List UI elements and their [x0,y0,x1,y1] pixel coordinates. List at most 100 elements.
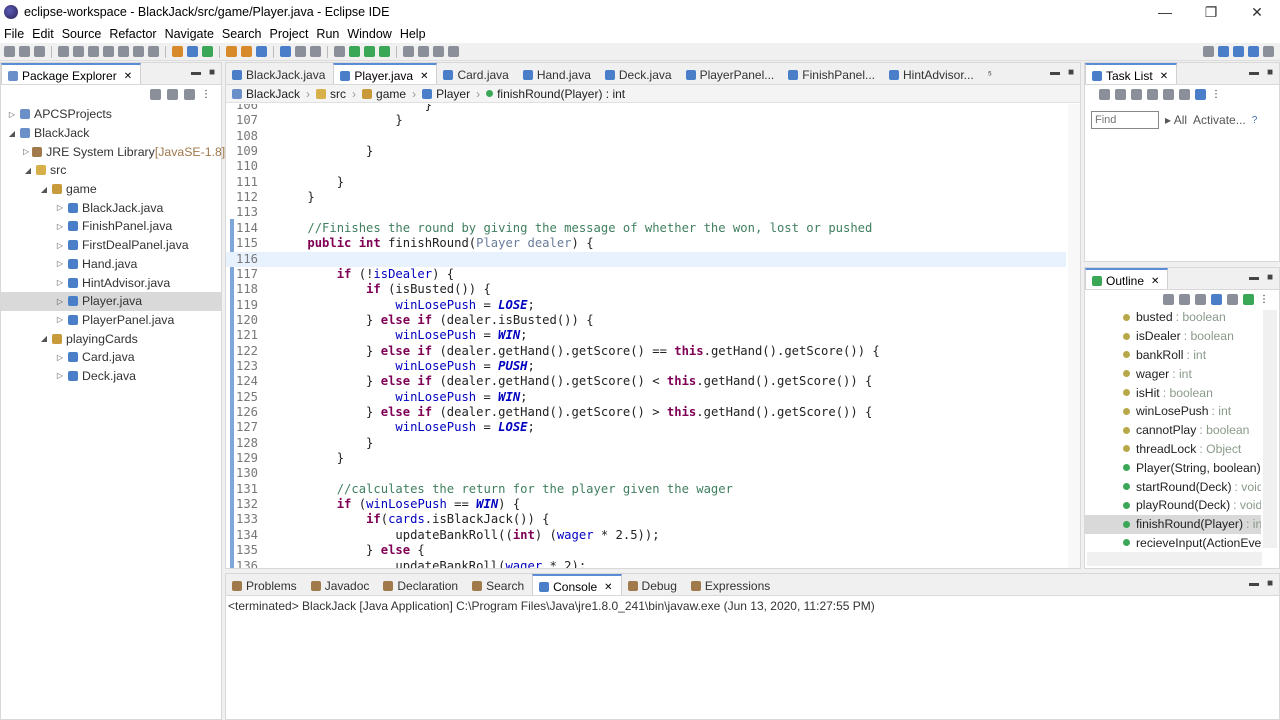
outline-item[interactable]: isDealer: boolean [1085,327,1261,346]
hide-non-public-icon[interactable] [1227,293,1238,305]
maximize-icon[interactable]: ■ [209,67,215,78]
all-link[interactable]: ▸ All [1165,113,1187,127]
close-button[interactable]: ✕ [1234,0,1280,24]
new-task-icon[interactable] [1099,88,1110,100]
bottom-tab[interactable]: Javadoc [305,574,378,595]
twisty-icon[interactable]: ▷ [55,371,65,380]
tab-task-list[interactable]: Task List ✕ [1085,63,1178,84]
menu-file[interactable]: File [2,27,30,41]
java-perspective-icon[interactable] [1233,46,1244,57]
filter-icon[interactable] [1131,88,1142,100]
menu-navigate[interactable]: Navigate [163,27,220,41]
code-line[interactable]: 133 if(cards.isBlackJack()) { [226,512,1066,527]
close-icon[interactable]: ✕ [1151,276,1159,287]
menu-edit[interactable]: Edit [30,27,60,41]
code-line[interactable]: 116 [226,251,1066,267]
outline-item[interactable]: threadLock: Object [1085,440,1261,459]
twisty-icon[interactable]: ▷ [7,110,17,119]
close-icon[interactable]: ✕ [420,71,428,82]
step-over-icon[interactable] [133,46,144,57]
open-type-icon[interactable] [172,46,183,57]
close-icon[interactable]: ✕ [1160,71,1168,82]
code-line[interactable]: 128 } [226,436,1066,451]
tree-item[interactable]: ◢ src [1,161,221,180]
code-line[interactable]: 124 } else if (dealer.getHand().getScore… [226,374,1066,389]
bottom-tab[interactable]: Debug [622,574,685,595]
menu-project[interactable]: Project [268,27,315,41]
link-with-editor-icon[interactable] [167,88,178,100]
code-line[interactable]: 112 } [226,190,1066,205]
tree-item[interactable]: ◢ game [1,180,221,199]
editor-tab[interactable]: Hand.java [517,63,599,84]
tree-item[interactable]: ◢ playingCards [1,329,221,348]
code-line[interactable]: 136 updateBankRoll(wager * 2); [226,559,1066,569]
highlight-icon[interactable] [280,46,291,57]
code-line[interactable]: 125 winLosePush = WIN; [226,390,1066,405]
menu-help[interactable]: Help [398,27,432,41]
code-line[interactable]: 111 } [226,175,1066,190]
menu-window[interactable]: Window [345,27,397,41]
focus-icon[interactable] [184,88,195,100]
new-java-project-icon[interactable] [187,46,198,57]
bottom-tab[interactable]: Search [466,574,532,595]
twisty-icon[interactable]: ▷ [55,203,65,212]
twisty-icon[interactable]: ◢ [7,129,17,138]
outline-horizontal-scrollbar[interactable] [1087,552,1262,566]
twisty-icon[interactable]: ▷ [55,222,65,231]
forward-icon[interactable] [418,46,429,57]
outline-item[interactable]: winLosePush: int [1085,402,1261,421]
code-line[interactable]: 106 } [226,104,1066,113]
coverage-icon[interactable] [379,46,390,57]
outline-vertical-scrollbar[interactable] [1263,310,1277,548]
code-line[interactable]: 108 [226,129,1066,144]
tree-item[interactable]: ▷ JRE System Library [JavaSE-1.8] [1,142,225,161]
twisty-icon[interactable]: ◢ [23,166,33,175]
code-line[interactable]: 132 if (winLosePush == WIN) { [226,497,1066,512]
debug-perspective-icon[interactable] [1248,46,1259,57]
hide-static-icon[interactable] [1211,293,1222,305]
activate-link[interactable]: Activate... [1193,113,1246,127]
tree-item[interactable]: ▷ FirstDealPanel.java [1,236,221,255]
bottom-tab[interactable]: Problems [226,574,305,595]
twisty-icon[interactable]: ▷ [55,241,65,250]
twisty-icon[interactable]: ◢ [39,185,49,194]
pin-editor-icon[interactable] [448,46,459,57]
code-line[interactable]: 110 [226,159,1066,174]
close-icon[interactable]: ✕ [604,582,612,593]
tree-item[interactable]: ▷ Player.java [1,291,221,311]
view-menu-icon[interactable]: ⋮ [1211,89,1221,100]
tree-item[interactable]: ▷ PlayerPanel.java [1,311,221,330]
bottom-tab[interactable]: Console ✕ [532,574,622,595]
minimize-icon[interactable]: ▬ [1249,67,1259,78]
sync-icon[interactable] [1195,88,1206,100]
view-menu-icon[interactable]: ⋮ [201,89,211,100]
twisty-icon[interactable]: ▷ [55,278,65,287]
new-package-icon[interactable] [202,46,213,57]
bottom-tab[interactable]: Declaration [377,574,466,595]
find-input[interactable] [1091,111,1159,129]
last-edit-icon[interactable] [433,46,444,57]
editor-scrollbar[interactable] [1068,104,1080,568]
code-line[interactable]: 117 if (!isDealer) { [226,267,1066,282]
collapse-all-icon[interactable] [1179,88,1190,100]
twisty-icon[interactable]: ▷ [55,315,65,324]
twisty-icon[interactable]: ▷ [55,259,65,268]
hide-local-types-icon[interactable] [1243,293,1254,305]
quick-access-icon[interactable] [1203,46,1214,57]
code-line[interactable]: 113 [226,205,1066,220]
tab-outline[interactable]: Outline ✕ [1085,268,1169,289]
code-line[interactable]: 123 winLosePush = PUSH; [226,359,1066,374]
tab-overflow-button[interactable]: ⁵ [982,63,1000,84]
code-line[interactable]: 119 winLosePush = LOSE; [226,298,1066,313]
tree-item[interactable]: ◢ BlackJack [1,124,221,143]
editor-tab[interactable]: HintAdvisor... [883,63,982,84]
breadcrumb-item[interactable]: finishRound(Player) : int [486,87,625,101]
sort-icon[interactable] [1163,88,1174,100]
code-line[interactable]: 121 winLosePush = WIN; [226,328,1066,343]
outline-item[interactable]: startRound(Deck): void [1085,477,1261,496]
view-menu-icon[interactable]: ⋮ [1259,294,1269,305]
outline-item[interactable]: finishRound(Player): int [1085,514,1261,534]
breadcrumb-item[interactable]: BlackJack [232,87,300,101]
maximize-icon[interactable]: ■ [1267,67,1273,78]
back-icon[interactable] [403,46,414,57]
